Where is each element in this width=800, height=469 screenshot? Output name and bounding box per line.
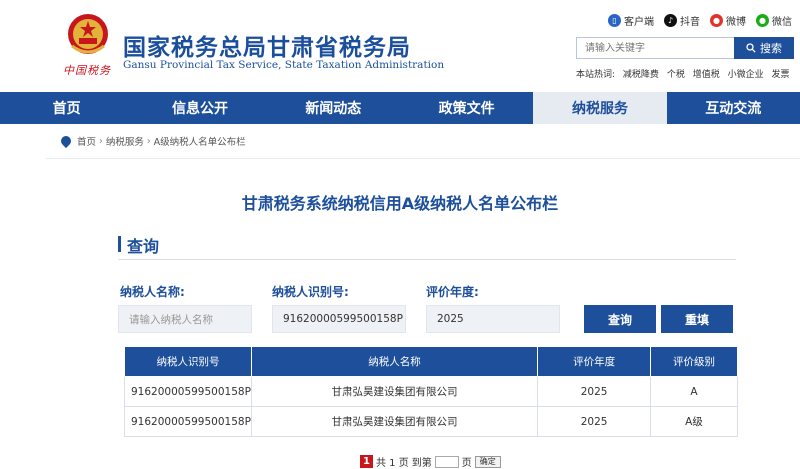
breadcrumb-tax-service[interactable]: 纳税服务	[106, 134, 144, 148]
wechat-icon: ●	[756, 14, 769, 27]
main-nav: 首页 信息公开 新闻动态 政策文件 纳税服务 互动交流	[0, 92, 800, 124]
divider	[46, 158, 800, 159]
result-table: 纳税人识别号 纳税人名称 评价年度 评价级别 91620000599500158…	[124, 346, 738, 437]
hot-word-link[interactable]: 小微企业	[728, 70, 764, 80]
column-header: 评价年度	[537, 346, 652, 377]
column-header: 纳税人识别号	[124, 346, 252, 377]
taxpayer-name-input[interactable]: 请输入纳税人名称	[118, 305, 252, 333]
location-icon	[58, 133, 74, 149]
page-title: 甘肃税务系统纳税信用A级纳税人名单公布栏	[241, 194, 559, 213]
nav-home[interactable]: 首页	[0, 92, 133, 124]
social-weibo[interactable]: ● 微博	[710, 13, 746, 28]
table-cell: 2025	[537, 406, 652, 437]
search-input[interactable]	[576, 37, 734, 59]
table-cell: 甘肃弘昊建设集团有限公司	[250, 376, 539, 407]
logo-calligraphy: 中国税务	[63, 64, 111, 77]
mobile-icon: ▯	[608, 14, 621, 27]
taxpayer-name-label: 纳税人名称:	[120, 285, 185, 299]
social-client-label: 客户端	[624, 17, 654, 28]
site-subtitle: Gansu Provincial Tax Service, State Taxa…	[123, 59, 445, 71]
hot-word-link[interactable]: 增值税	[693, 70, 720, 80]
taxpayer-id-label: 纳税人识别号:	[272, 285, 349, 299]
nav-info-disclosure[interactable]: 信息公开	[133, 92, 266, 124]
table-cell: A	[650, 376, 738, 407]
nav-news[interactable]: 新闻动态	[267, 92, 400, 124]
column-header: 评价级别	[650, 346, 738, 377]
table-cell: 甘肃弘昊建设集团有限公司	[250, 406, 539, 437]
breadcrumb-current[interactable]: A级纳税人名单公布栏	[154, 134, 246, 148]
social-douyin-label: 抖音	[680, 17, 700, 28]
search-icon	[746, 43, 756, 53]
hot-words: 本站热词: 减税降费 个税 增值税 小微企业 发票	[576, 67, 795, 80]
site-search: 搜索	[576, 37, 794, 59]
breadcrumb: 首页 › 纳税服务 › A级纳税人名单公布栏	[58, 133, 246, 149]
section-accent-bar	[118, 236, 121, 252]
breadcrumb-home[interactable]: 首页	[77, 134, 96, 148]
table-cell: A级	[650, 406, 738, 437]
column-header: 纳税人名称	[250, 346, 539, 377]
social-wechat-label: 微信	[772, 17, 792, 28]
page-number-input[interactable]	[434, 455, 459, 468]
table-header-row: 纳税人识别号 纳税人名称 评价年度 评价级别	[124, 346, 738, 377]
table-cell: 91620000599500158P	[124, 406, 252, 437]
breadcrumb-separator: ›	[99, 135, 103, 147]
hot-word-link[interactable]: 个税	[667, 70, 685, 80]
taxpayer-id-input[interactable]: 91620000599500158P	[272, 305, 406, 333]
page-total: 共 1 页	[376, 458, 409, 469]
weibo-icon: ●	[710, 14, 723, 27]
page-suffix: 页	[461, 458, 472, 469]
go-button[interactable]: 确定	[474, 455, 501, 468]
hot-word-link[interactable]: 发票	[771, 70, 789, 80]
site-header: 中国税务 国家税务总局甘肃省税务局 Gansu Provincial Tax S…	[0, 0, 800, 92]
hot-words-label: 本站热词:	[576, 70, 616, 80]
current-page[interactable]: 1	[360, 455, 373, 468]
goto-label: 到第	[411, 458, 432, 469]
site-title[interactable]: 国家税务总局甘肃省税务局	[123, 28, 411, 62]
breadcrumb-separator: ›	[146, 135, 151, 147]
social-douyin[interactable]: ♪ 抖音	[664, 13, 700, 28]
section-title: 查询	[127, 237, 160, 256]
section-header: 查询	[118, 233, 736, 260]
reset-button[interactable]: 重填	[661, 305, 733, 333]
evaluation-year-label: 评价年度:	[426, 285, 479, 299]
table-row: 91620000599500158P 甘肃弘昊建设集团有限公司 2025 A级	[124, 406, 738, 437]
social-wechat[interactable]: ● 微信	[756, 13, 792, 28]
hot-word-link[interactable]: 减税降费	[623, 70, 659, 80]
nav-policy[interactable]: 政策文件	[400, 92, 533, 124]
national-emblem-icon	[68, 14, 108, 54]
search-button-label: 搜索	[760, 42, 782, 55]
social-weibo-label: 微博	[726, 17, 746, 28]
social-client[interactable]: ▯ 客户端	[608, 13, 654, 28]
table-row: 91620000599500158P 甘肃弘昊建设集团有限公司 2025 A	[124, 376, 738, 407]
nav-interaction[interactable]: 互动交流	[667, 92, 800, 124]
table-cell: 91620000599500158P	[124, 376, 252, 407]
table-cell: 2025	[537, 376, 652, 407]
query-button[interactable]: 查询	[584, 305, 656, 333]
search-button[interactable]: 搜索	[734, 37, 794, 59]
evaluation-year-input[interactable]: 2025	[426, 305, 560, 333]
pagination: 1 共 1 页 到第 页 确定	[360, 454, 501, 469]
douyin-icon: ♪	[664, 14, 677, 27]
nav-tax-service[interactable]: 纳税服务	[533, 92, 667, 124]
social-links: ▯ 客户端 ♪ 抖音 ● 微博 ● 微信	[608, 13, 792, 28]
